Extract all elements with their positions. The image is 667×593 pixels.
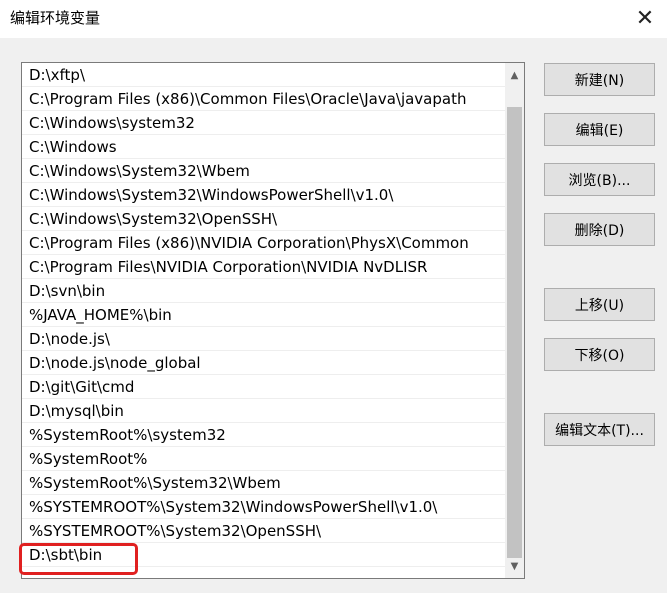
path-item[interactable]: C:\Windows\System32\OpenSSH\ bbox=[22, 207, 505, 231]
path-item[interactable]: %JAVA_HOME%\bin bbox=[22, 303, 505, 327]
path-item[interactable]: C:\Windows bbox=[22, 135, 505, 159]
path-item[interactable]: D:\svn\bin bbox=[22, 279, 505, 303]
path-item[interactable]: C:\Program Files (x86)\Common Files\Orac… bbox=[22, 87, 505, 111]
path-item-sbt[interactable]: D:\sbt\bin bbox=[22, 543, 505, 567]
path-item[interactable]: C:\Program Files (x86)\NVIDIA Corporatio… bbox=[22, 231, 505, 255]
edit-button[interactable]: 编辑(E) bbox=[544, 113, 655, 146]
delete-button[interactable]: 删除(D) bbox=[544, 213, 655, 246]
path-list[interactable]: D:\xftp\ C:\Program Files (x86)\Common F… bbox=[21, 62, 525, 579]
path-item[interactable]: %SYSTEMROOT%\System32\OpenSSH\ bbox=[22, 519, 505, 543]
path-item[interactable]: %SystemRoot% bbox=[22, 447, 505, 471]
path-item[interactable]: C:\Program Files\NVIDIA Corporation\NVID… bbox=[22, 255, 505, 279]
path-item[interactable]: %SystemRoot%\System32\Wbem bbox=[22, 471, 505, 495]
edit-text-button[interactable]: 编辑文本(T)... bbox=[544, 413, 655, 446]
path-item[interactable]: %SystemRoot%\system32 bbox=[22, 423, 505, 447]
new-button[interactable]: 新建(N) bbox=[544, 63, 655, 96]
path-item[interactable]: C:\Windows\System32\WindowsPowerShell\v1… bbox=[22, 183, 505, 207]
scroll-up-icon[interactable]: ▲ bbox=[505, 65, 524, 85]
path-item[interactable]: D:\node.js\ bbox=[22, 327, 505, 351]
window-title: 编辑环境变量 bbox=[10, 9, 101, 27]
title-bar: 编辑环境变量 ✕ bbox=[0, 0, 667, 38]
scroll-down-icon[interactable]: ▼ bbox=[505, 556, 524, 576]
move-down-button[interactable]: 下移(O) bbox=[544, 338, 655, 371]
path-item[interactable]: D:\git\Git\cmd bbox=[22, 375, 505, 399]
path-item[interactable]: D:\mysql\bin bbox=[22, 399, 505, 423]
scroll-thumb[interactable] bbox=[507, 107, 522, 558]
path-item[interactable]: D:\xftp\ bbox=[22, 63, 505, 87]
path-item[interactable]: C:\Windows\System32\Wbem bbox=[22, 159, 505, 183]
path-item[interactable]: %SYSTEMROOT%\System32\WindowsPowerShell\… bbox=[22, 495, 505, 519]
vertical-scrollbar[interactable]: ▲ ▼ bbox=[505, 63, 524, 578]
path-item[interactable]: C:\Windows\system32 bbox=[22, 111, 505, 135]
move-up-button[interactable]: 上移(U) bbox=[544, 288, 655, 321]
browse-button[interactable]: 浏览(B)... bbox=[544, 163, 655, 196]
path-rows: D:\xftp\ C:\Program Files (x86)\Common F… bbox=[22, 63, 505, 567]
path-item[interactable]: D:\node.js\node_global bbox=[22, 351, 505, 375]
close-icon[interactable]: ✕ bbox=[630, 4, 660, 32]
